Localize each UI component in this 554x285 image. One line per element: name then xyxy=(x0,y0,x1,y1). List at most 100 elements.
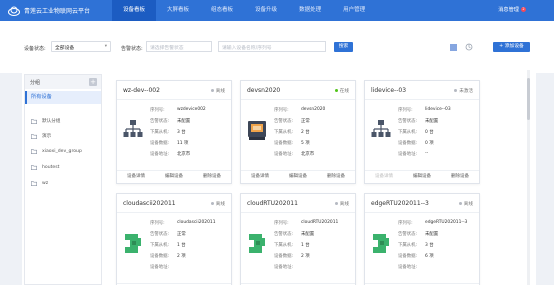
device-slaves: 下属从机: 1 台 xyxy=(150,242,186,248)
group-item-all[interactable]: 所有设备 xyxy=(25,91,101,104)
field-value: devsn2020 xyxy=(301,107,326,112)
user-menu[interactable]: 消息管理 2 xyxy=(498,6,526,13)
status-dot-icon xyxy=(334,89,338,92)
device-alarm-status: 告警状态: 未配置 xyxy=(274,231,314,237)
delete-device-button[interactable]: 删除设备 xyxy=(193,171,231,183)
edit-device-button[interactable]: 编辑设备 xyxy=(155,171,193,183)
search-button[interactable]: 搜索 xyxy=(334,42,353,52)
nav-item-device-board[interactable]: 设备看板 xyxy=(112,0,157,21)
field-value: 正常 xyxy=(177,232,186,237)
device-data-count: 设备数据: 2 项 xyxy=(274,253,310,259)
status-dot-icon xyxy=(210,202,214,205)
device-status-text: 未激活 xyxy=(459,89,473,94)
top-navbar: 青莲云工业物联网云平台 设备看板 大屏看板 组态看板 设备升级 数据处理 用户管… xyxy=(0,0,554,21)
edge-gateway-icon xyxy=(247,232,267,254)
device-serial: 序列号: wzdevice002 xyxy=(150,107,206,113)
field-label: 下属从机: xyxy=(398,243,418,248)
field-value: 2 项 xyxy=(301,254,310,259)
device-card[interactable]: cloudascii202011 离线 序列号: cloudascii202011 告警… xyxy=(116,193,232,285)
group-sidebar: 分组 + 所有设备 默认分组 演示 xiaoxi_dev_group houte… xyxy=(24,74,102,285)
grid-view-icon[interactable] xyxy=(450,44,457,51)
network-topology-icon xyxy=(371,119,391,141)
folder-icon xyxy=(31,181,37,186)
device-slaves: 下属从机: 3 台 xyxy=(398,242,434,248)
device-card[interactable]: wz-dev--002 离线 序列号: wzdevice002 告警状态: 未配置 下属从机… xyxy=(116,80,232,184)
field-label: 序列号: xyxy=(398,221,413,226)
status-filter-value: 全部设备 xyxy=(55,46,75,51)
field-label: 设备地址: xyxy=(398,152,418,157)
field-value: edgeRTU202011--3 xyxy=(425,220,468,225)
device-serial: 序列号: lidevice--03 xyxy=(398,107,451,113)
field-label: 设备数据: xyxy=(398,141,418,146)
device-card-header: lidevice--03 未激活 xyxy=(365,81,479,100)
nav-item-config-board[interactable]: 组态看板 xyxy=(200,0,244,21)
device-detail-button[interactable]: 设备详情 xyxy=(365,171,403,183)
nav-item-user-management[interactable]: 用户管理 xyxy=(332,0,376,21)
device-address: 设备地址: 北京市 xyxy=(274,151,314,157)
status-filter-select[interactable]: 全部设备 ▾ xyxy=(51,41,111,52)
field-label: 下属从机: xyxy=(274,130,294,135)
group-item[interactable]: xiaoxi_dev_group xyxy=(31,149,82,154)
field-label: 设备数据: xyxy=(274,254,294,259)
device-card[interactable]: lidevice--03 未激活 序列号: lidevice--03 告警状态: 未配置下… xyxy=(364,80,480,184)
alarm-filter-label: 告警状态: xyxy=(121,46,143,52)
device-card[interactable]: devsn2020 在线 序列号: devsn2020 告警状态: 正常 下属从机: 2 台设… xyxy=(240,80,356,184)
device-slaves: 下属从机: 0 台 xyxy=(398,129,434,135)
search-input[interactable]: 请输入设备名称/序列号 xyxy=(218,41,326,52)
device-slaves: 下属从机: 2 台 xyxy=(274,129,310,135)
edit-device-button[interactable]: 编辑设备 xyxy=(279,171,317,183)
field-value: 正常 xyxy=(301,119,310,124)
field-label: 下属从机: xyxy=(150,130,170,135)
group-item[interactable]: wz xyxy=(31,181,48,186)
device-data-count: 设备数据: 6 项 xyxy=(398,253,434,259)
device-detail-button[interactable]: 设备详情 xyxy=(241,171,279,183)
device-name: devsn2020 xyxy=(247,87,281,94)
network-topology-icon xyxy=(123,119,143,141)
group-item[interactable]: houtest xyxy=(31,165,59,170)
device-card[interactable]: edgeRTU202011--3 离线 序列号: edgeRTU202011--3 告警… xyxy=(364,193,480,285)
add-group-icon[interactable]: + xyxy=(89,78,97,86)
status-dot-icon xyxy=(210,89,214,92)
device-address: 设备地址: 北京市 xyxy=(150,151,190,157)
field-value: 未配置 xyxy=(177,119,191,124)
edge-gateway-icon xyxy=(371,232,391,254)
group-label: xiaoxi_dev_group xyxy=(42,149,82,154)
device-detail-button[interactable]: 设备详情 xyxy=(117,171,155,183)
device-data-count: 设备数据: 0 项 xyxy=(398,140,434,146)
nav-item-data-processing[interactable]: 数据处理 xyxy=(288,0,332,21)
device-slaves: 下属从机: 1 台 xyxy=(274,242,310,248)
device-status: 在线 xyxy=(334,88,349,94)
device-status-text: 离线 xyxy=(215,89,225,94)
group-title: 分组 xyxy=(30,80,41,86)
field-label: 告警状态: xyxy=(150,232,170,237)
device-name: wz-dev--002 xyxy=(123,87,160,94)
brand-title: 青莲云工业物联网云平台 xyxy=(24,8,91,15)
device-address: 设备地址: xyxy=(150,264,169,270)
status-filter-label: 设备状态: xyxy=(24,46,46,52)
folder-icon xyxy=(31,133,37,139)
refresh-icon[interactable] xyxy=(465,43,473,51)
edit-device-button[interactable]: 编辑设备 xyxy=(403,171,441,183)
device-status-text: 离线 xyxy=(463,202,473,207)
field-label: 设备数据: xyxy=(150,141,170,146)
group-item[interactable]: 默认分组 xyxy=(31,118,60,124)
delete-device-button[interactable]: 删除设备 xyxy=(317,171,355,183)
nav-item-device-upgrade[interactable]: 设备升级 xyxy=(244,0,288,21)
alarm-filter-select[interactable]: 请选择告警状态 xyxy=(146,41,212,52)
field-label: 告警状态: xyxy=(274,119,294,124)
field-value: lidevice--03 xyxy=(425,107,451,112)
device-serial: 序列号: cloudascii202011 xyxy=(150,220,215,226)
folder-icon xyxy=(31,165,37,170)
device-alarm-status: 告警状态: 正常 xyxy=(150,231,186,237)
device-card[interactable]: cloudRTU202011 离线 序列号: cloudRTU202011 告警状态: 未… xyxy=(240,193,356,285)
device-data-count: 设备数据: 5 项 xyxy=(274,140,310,146)
device-status: 离线 xyxy=(210,88,225,94)
nav-item-screen-board[interactable]: 大屏看板 xyxy=(156,0,200,21)
scrollbar-thumb[interactable] xyxy=(527,78,530,120)
delete-device-button[interactable]: 删除设备 xyxy=(441,171,479,183)
add-device-button[interactable]: + 添加设备 xyxy=(493,42,530,52)
brand[interactable]: 青莲云工业物联网云平台 xyxy=(0,6,112,16)
group-item[interactable]: 演示 xyxy=(31,133,51,139)
device-status: 未激活 xyxy=(454,88,473,94)
field-value: 0 项 xyxy=(425,141,434,146)
